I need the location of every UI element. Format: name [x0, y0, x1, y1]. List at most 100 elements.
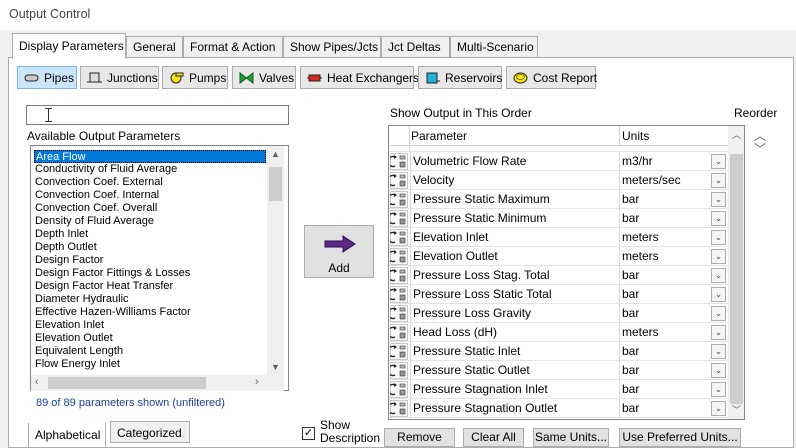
list-item[interactable]: Elevation Outlet	[35, 332, 113, 345]
table-row[interactable]: Elevation Outlet meters ⌄	[389, 247, 728, 266]
list-hscroll-thumb[interactable]	[48, 377, 206, 389]
reorder-handle-icon[interactable]	[390, 248, 408, 265]
parameter-cell[interactable]: Velocity	[410, 171, 619, 190]
reorder-handle-icon[interactable]	[390, 267, 408, 284]
list-item[interactable]: Elevation Inlet	[35, 319, 104, 332]
list-item[interactable]: Design Factor Fittings & Losses	[35, 267, 190, 280]
units-dropdown-icon[interactable]: ⌄	[711, 363, 726, 378]
list-item[interactable]: Equivalent Length	[35, 345, 123, 358]
units-dropdown-icon[interactable]: ⌄	[711, 401, 726, 416]
reorder-handle-icon[interactable]	[390, 191, 408, 208]
units-cell[interactable]: bar ⌄	[619, 266, 728, 285]
reorder-handle-icon[interactable]	[390, 210, 408, 227]
table-row[interactable]: Pressure Stagnation Inlet bar ⌄	[389, 380, 728, 399]
units-dropdown-icon[interactable]: ⌄	[711, 382, 726, 397]
use-preferred-units-button[interactable]: Use Preferred Units...	[619, 428, 741, 447]
parameter-cell[interactable]: Elevation Outlet	[410, 247, 619, 266]
move-down-icon[interactable]: ﹀	[754, 143, 766, 155]
list-item[interactable]: Convection Coef. Internal	[35, 189, 159, 202]
parameter-cell[interactable]: Pressure Static Outlet	[410, 361, 619, 380]
units-cell[interactable]: bar ⌄	[619, 342, 728, 361]
list-item[interactable]: Design Factor	[35, 254, 103, 267]
list-item[interactable]: Depth Inlet	[35, 228, 88, 241]
units-dropdown-icon[interactable]: ⌄	[711, 211, 726, 226]
reorder-handle-icon[interactable]	[390, 381, 408, 398]
tab-alphabetical[interactable]: Alphabetical	[28, 423, 106, 448]
parameter-cell[interactable]: Pressure Static Minimum	[410, 209, 619, 228]
reorder-handle-icon[interactable]	[390, 343, 408, 360]
parameter-cell[interactable]: Pressure Stagnation Inlet	[410, 380, 619, 399]
units-cell[interactable]: bar ⌄	[619, 304, 728, 323]
list-vertical-scrollbar[interactable]: ▲ ▼	[267, 146, 284, 375]
table-row[interactable]: Volumetric Flow Rate m3/hr ⌄	[389, 152, 728, 171]
table-row[interactable]: Pressure Static Outlet bar ⌄	[389, 361, 728, 380]
units-cell[interactable]: meters ⌄	[619, 247, 728, 266]
parameter-cell[interactable]: Pressure Static Inlet	[410, 342, 619, 361]
list-item[interactable]: Convection Coef. External	[35, 176, 163, 189]
parameter-cell[interactable]: Pressure Static Maximum	[410, 190, 619, 209]
units-dropdown-icon[interactable]: ⌄	[711, 287, 726, 302]
table-row[interactable]: Pressure Static Minimum bar ⌄	[389, 209, 728, 228]
remove-button[interactable]: Remove	[384, 428, 455, 447]
units-cell[interactable]: m3/hr ⌄	[619, 152, 728, 171]
table-row[interactable]: Pressure Static Maximum bar ⌄	[389, 190, 728, 209]
units-cell[interactable]: meters ⌄	[619, 228, 728, 247]
units-cell[interactable]: bar ⌄	[619, 190, 728, 209]
units-cell[interactable]: bar ⌄	[619, 209, 728, 228]
list-item[interactable]: Convection Coef. Overall	[35, 202, 157, 215]
add-button[interactable]: Add	[304, 225, 374, 278]
parameter-filter-input[interactable]	[26, 105, 289, 125]
scroll-down-icon[interactable]: ▼	[271, 363, 280, 372]
table-row[interactable]: Elevation Inlet meters ⌄	[389, 228, 728, 247]
reorder-handle-icon[interactable]	[390, 172, 408, 189]
reorder-handle-icon[interactable]	[390, 362, 408, 379]
parameter-cell[interactable]: Pressure Loss Stag. Total	[410, 266, 619, 285]
units-dropdown-icon[interactable]: ⌄	[711, 306, 726, 321]
units-dropdown-icon[interactable]: ⌄	[711, 230, 726, 245]
list-horizontal-scrollbar[interactable]: ‹ ›	[31, 375, 284, 391]
scroll-left-icon[interactable]: ‹	[35, 377, 39, 388]
grid-vertical-scrollbar[interactable]: ︿ ﹀	[728, 126, 744, 419]
table-row[interactable]: Pressure Loss Gravity bar ⌄	[389, 304, 728, 323]
parameter-cell[interactable]: Pressure Loss Static Total	[410, 285, 619, 304]
parameter-cell[interactable]: Pressure Loss Gravity	[410, 304, 619, 323]
grid-scroll-up-icon[interactable]: ︿	[732, 131, 741, 140]
reorder-handle-icon[interactable]	[390, 400, 408, 417]
reorder-handle-icon[interactable]	[390, 153, 408, 170]
tab-jct-deltas[interactable]: Jct Deltas	[381, 36, 450, 57]
list-item[interactable]: Density of Fluid Average	[35, 215, 154, 228]
list-item[interactable]: Effective Hazen-Williams Factor	[35, 306, 191, 319]
units-cell[interactable]: bar ⌄	[619, 285, 728, 304]
units-dropdown-icon[interactable]: ⌄	[711, 325, 726, 340]
tab-multi-scenario[interactable]: Multi-Scenario	[450, 36, 538, 57]
units-dropdown-icon[interactable]: ⌄	[711, 344, 726, 359]
units-dropdown-icon[interactable]: ⌄	[711, 249, 726, 264]
units-dropdown-icon[interactable]: ⌄	[711, 173, 726, 188]
units-cell[interactable]: bar ⌄	[619, 399, 728, 418]
grid-scroll-thumb[interactable]	[730, 154, 743, 404]
scroll-right-icon[interactable]: ›	[255, 377, 259, 388]
reorder-handle-icon[interactable]	[390, 305, 408, 322]
table-row[interactable]: Pressure Stagnation Outlet bar ⌄	[389, 399, 728, 418]
parameter-cell[interactable]: Volumetric Flow Rate	[410, 152, 619, 171]
units-cell[interactable]: meters/sec ⌄	[619, 171, 728, 190]
reorder-handle-icon[interactable]	[390, 229, 408, 246]
table-row[interactable]: Head Loss (dH) meters ⌄	[389, 323, 728, 342]
table-row[interactable]: Pressure Static Inlet bar ⌄	[389, 342, 728, 361]
reorder-handle-icon[interactable]	[390, 324, 408, 341]
units-dropdown-icon[interactable]: ⌄	[711, 268, 726, 283]
units-dropdown-icon[interactable]: ⌄	[711, 192, 726, 207]
units-dropdown-icon[interactable]: ⌄	[711, 154, 726, 169]
output-order-grid[interactable]: Parameter Units Volumetric Flow Rate m3/h…	[388, 125, 745, 420]
scroll-up-icon[interactable]: ▲	[271, 150, 280, 159]
list-item[interactable]: Depth Outlet	[35, 241, 97, 254]
units-cell[interactable]: bar ⌄	[619, 361, 728, 380]
parameter-cell[interactable]: Head Loss (dH)	[410, 323, 619, 342]
available-parameters-list[interactable]: Area Flow Conductivity of Fluid Average Co…	[30, 145, 289, 391]
pumps-button[interactable]: Pumps	[162, 66, 228, 89]
reorder-handle-icon[interactable]	[390, 286, 408, 303]
show-description-checkbox[interactable]: ✓	[302, 427, 315, 440]
cost-report-button[interactable]: Cost Report	[506, 66, 597, 89]
same-units-button[interactable]: Same Units...	[533, 428, 609, 447]
grid-scroll-down-icon[interactable]: ﹀	[732, 406, 741, 415]
